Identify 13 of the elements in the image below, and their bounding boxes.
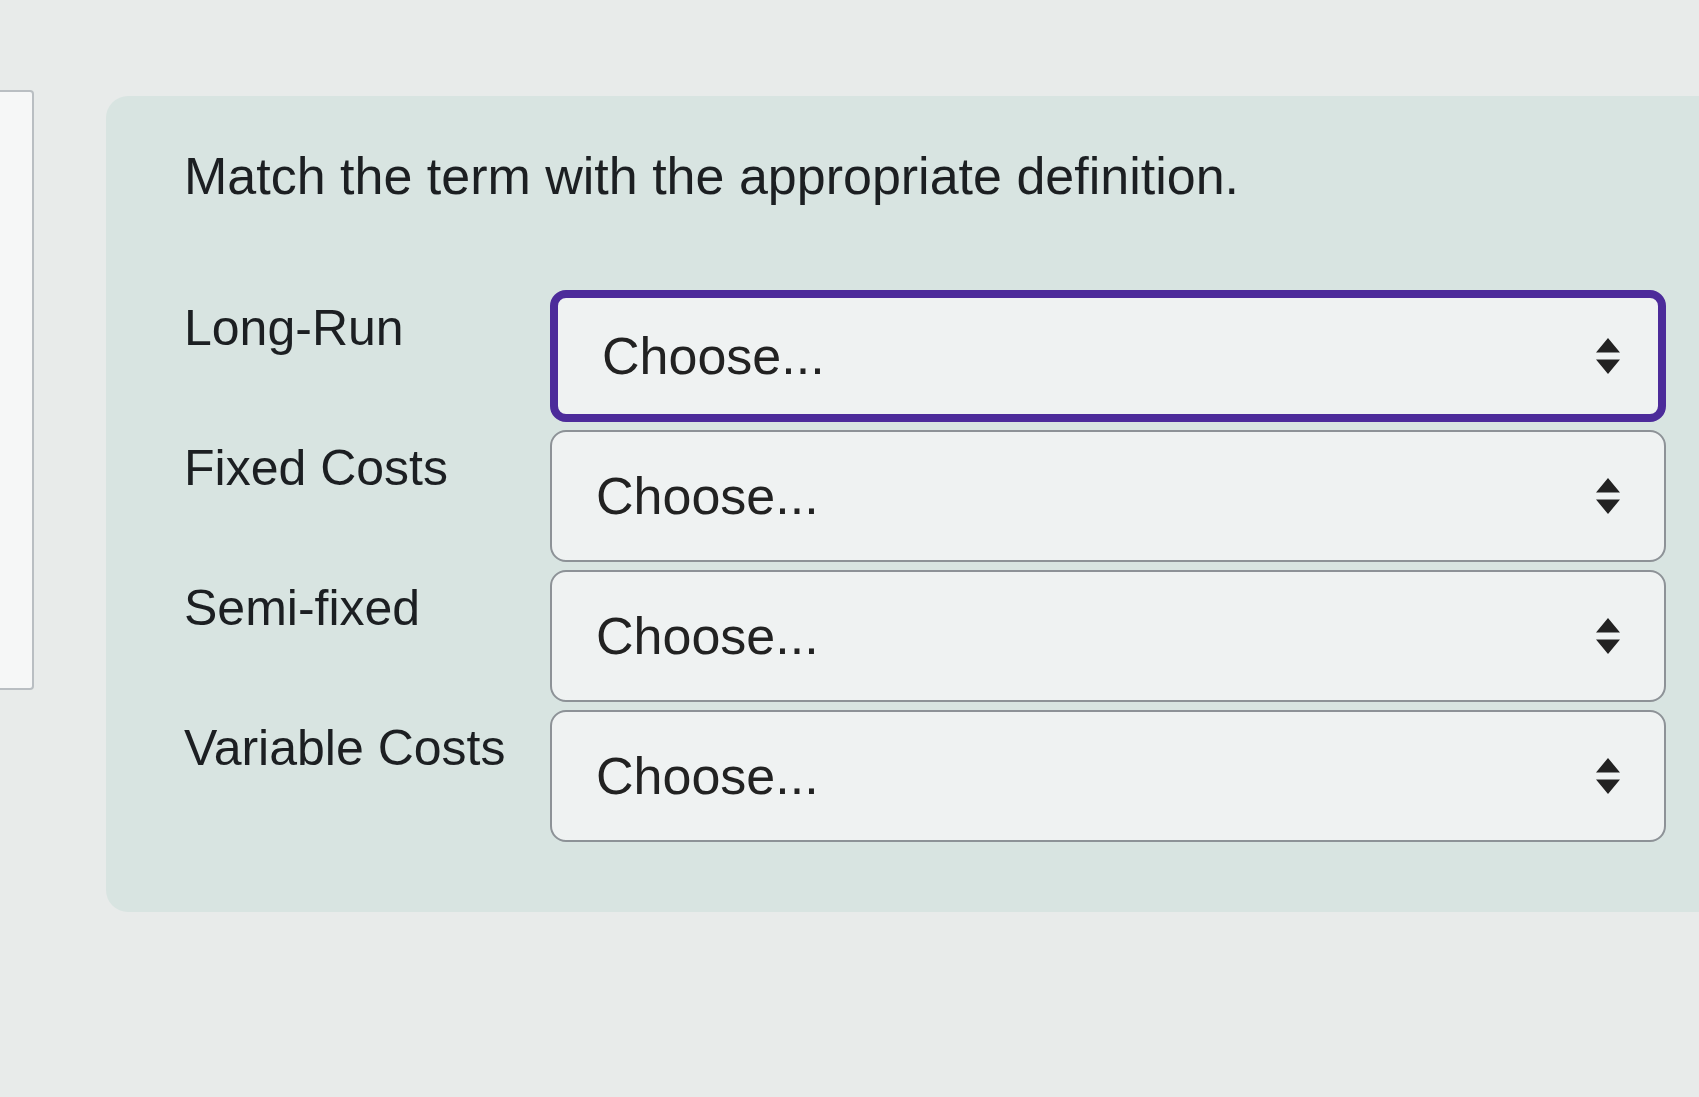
term-label: Semi-fixed	[184, 579, 422, 638]
up-down-arrows-icon	[1596, 338, 1620, 374]
dropdown-select[interactable]: Choose...	[550, 710, 1666, 842]
term-label: Fixed Costs	[184, 439, 449, 498]
term-label: Long-Run	[184, 299, 405, 358]
up-down-arrows-icon	[1596, 758, 1620, 794]
up-down-arrows-icon	[1596, 478, 1620, 514]
term-label: Variable Costs	[184, 719, 507, 778]
dropdown-select[interactable]: Choose...	[550, 290, 1666, 422]
question-text: Match the term with the appropriate definition.	[184, 146, 1240, 207]
up-down-arrows-icon	[1596, 618, 1620, 654]
dropdown-select[interactable]: Choose...	[550, 430, 1666, 562]
dropdown-select[interactable]: Choose...	[550, 570, 1666, 702]
